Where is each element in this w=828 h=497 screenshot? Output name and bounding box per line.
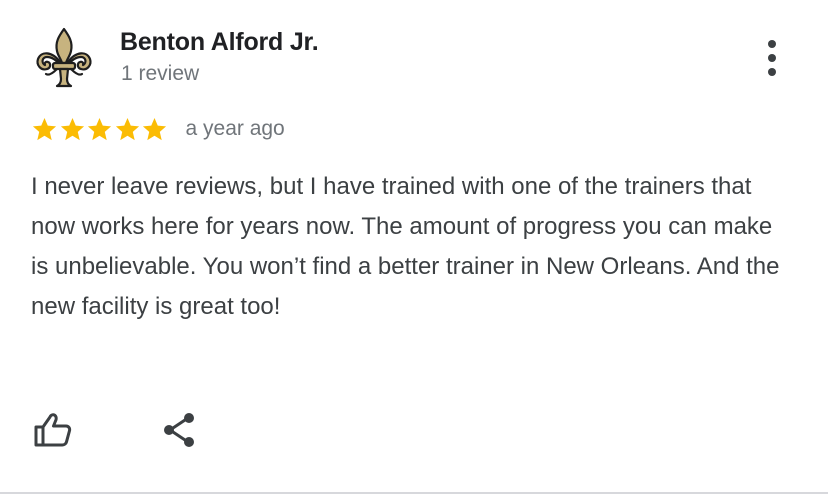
- thumbs-up-icon: [34, 413, 72, 447]
- review-text: I never leave reviews, but I have traine…: [31, 173, 780, 320]
- fleur-de-lis-icon: [36, 27, 92, 88]
- share-button[interactable]: [160, 410, 200, 450]
- review-count[interactable]: 1 review: [121, 62, 199, 86]
- star-icon: [87, 117, 112, 140]
- more-vertical-icon-dot: [768, 54, 776, 62]
- review-time: a year ago: [185, 117, 285, 140]
- more-options-button[interactable]: [752, 36, 792, 80]
- share-icon: [164, 413, 194, 447]
- star-icon: [32, 117, 57, 140]
- avatar[interactable]: [33, 27, 95, 89]
- star-icon: [60, 117, 84, 140]
- rating-row: a year ago: [31, 112, 285, 146]
- more-vertical-icon-dot: [768, 68, 776, 76]
- reviewer-name[interactable]: Benton Alford Jr.: [120, 28, 319, 57]
- more-vertical-icon: [768, 40, 776, 48]
- star-icon: [142, 117, 167, 140]
- star-icon: [115, 117, 139, 140]
- review-card: Benton Alford Jr. 1 review a year ago I …: [0, 0, 828, 494]
- like-button[interactable]: [33, 410, 73, 450]
- star-rating: [31, 116, 169, 143]
